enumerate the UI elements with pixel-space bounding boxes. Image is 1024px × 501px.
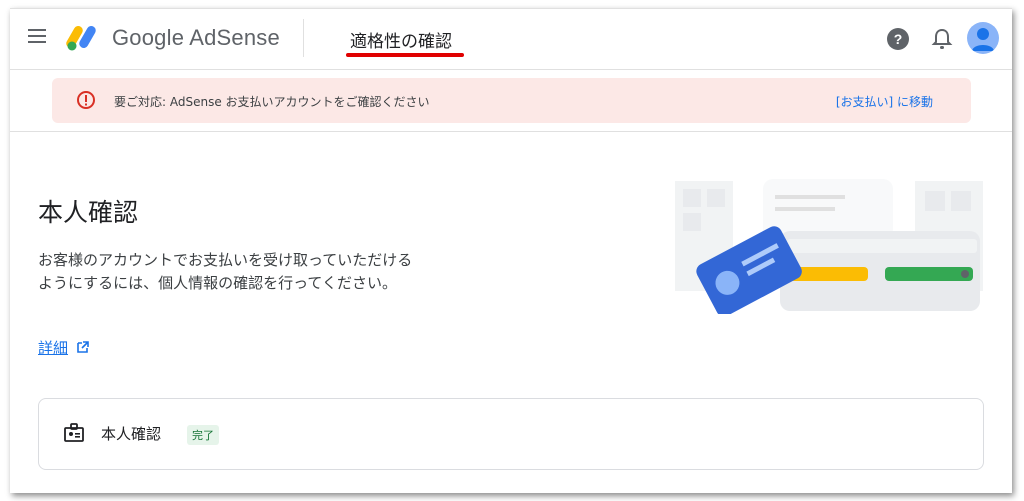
page-title: 適格性の確認 [350, 32, 452, 52]
error-icon [77, 91, 95, 109]
content-divider [10, 131, 1012, 132]
menu-icon[interactable] [28, 29, 46, 43]
help-icon[interactable]: ? [887, 28, 909, 50]
app-window: Google AdSense 適格性の確認 ? 要ご対応: AdSense お支… [10, 8, 1012, 493]
alert-message: 要ご対応: AdSense お支払いアカウントをご確認ください [114, 95, 430, 109]
identity-verification-illustration [675, 179, 983, 314]
bell-icon[interactable] [931, 27, 953, 51]
go-to-payments-link[interactable]: [お支払い] に移動 [836, 93, 933, 110]
brand-name: Google AdSense [112, 25, 280, 50]
account-avatar[interactable] [967, 22, 999, 54]
person-icon [972, 28, 994, 51]
payment-alert-banner: 要ご対応: AdSense お支払いアカウントをご確認ください [お支払い] に… [52, 78, 971, 123]
card-label: 本人確認 [101, 425, 162, 443]
status-badge: 完了 [187, 425, 219, 445]
header-divider [303, 19, 304, 57]
section-description: お客様のアカウントでお支払いを受け取っていただけるようにするには、個人情報の確認… [38, 251, 413, 292]
open-in-new-icon[interactable] [76, 341, 89, 354]
top-app-bar: Google AdSense 適格性の確認 ? [10, 9, 1012, 70]
id-badge-icon [64, 423, 84, 442]
red-annotation-underline [346, 53, 464, 57]
identity-verification-card[interactable]: 本人確認 完了 [38, 398, 984, 470]
adsense-logo-icon [66, 26, 96, 51]
section-heading: 本人確認 [38, 198, 139, 227]
learn-more-link[interactable]: 詳細 [38, 337, 68, 358]
